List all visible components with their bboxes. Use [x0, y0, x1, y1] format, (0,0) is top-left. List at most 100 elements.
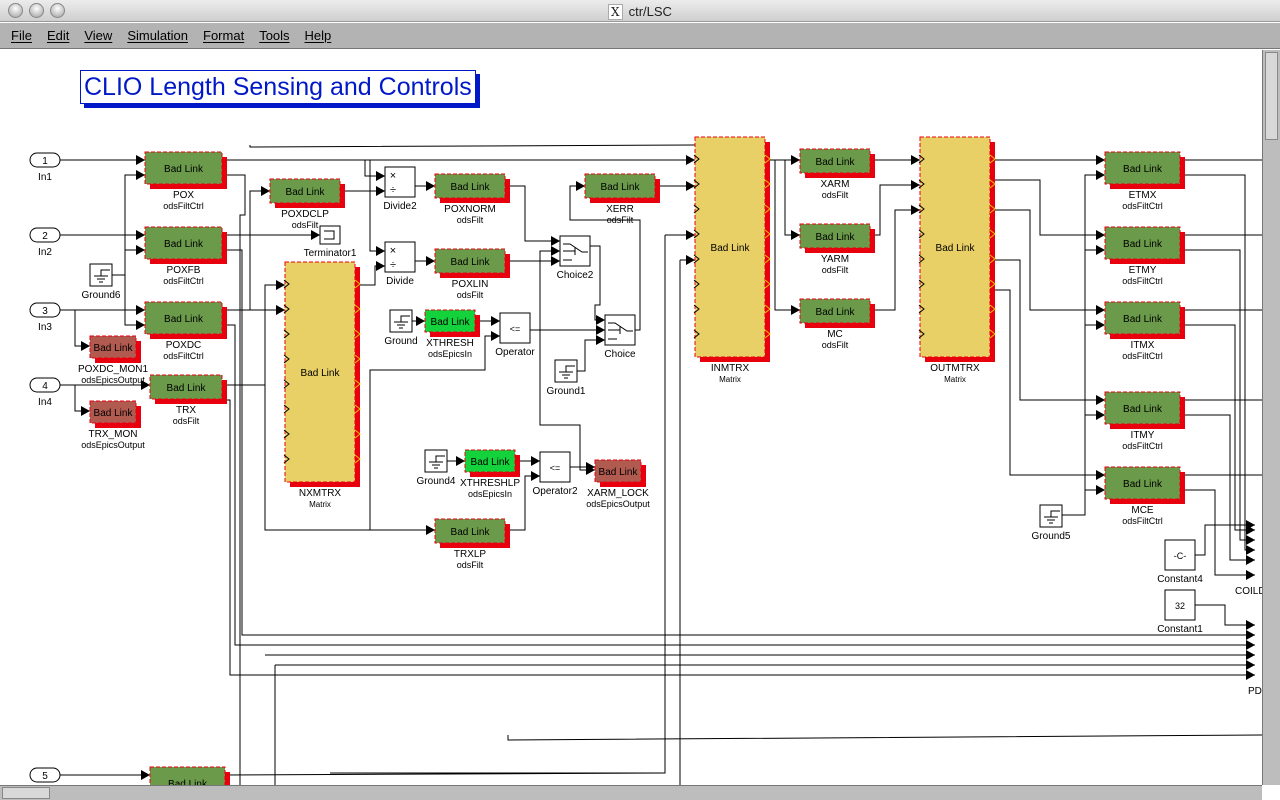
block-outmtrx[interactable]: Bad Link OUTMTRXMatrix — [918, 136, 996, 384]
signal-line[interactable] — [369, 335, 500, 530]
menu-file[interactable]: File — [11, 28, 32, 43]
vertical-scrollbar[interactable] — [1262, 50, 1280, 785]
block-xarm_lock[interactable]: Bad Link XARM_LOCKodsEpicsOutput — [586, 459, 650, 509]
block-divide2[interactable]: × ÷ Divide2 — [383, 166, 417, 212]
arrow-head — [136, 170, 145, 180]
block-poxdclp[interactable]: Bad Link POXDCLPodsFilt — [269, 178, 345, 230]
block-name: ITMX — [1131, 340, 1155, 351]
block-text: Bad Link — [816, 157, 856, 168]
block-choice2[interactable]: Choice2 — [557, 235, 594, 281]
block-name: Divide2 — [383, 201, 417, 212]
menu-simulation[interactable]: Simulation — [127, 28, 188, 43]
signal-line[interactable] — [249, 144, 696, 148]
inport-5[interactable]: 5 — [29, 767, 61, 783]
signal-line[interactable] — [990, 289, 1105, 476]
block-poxnorm[interactable]: Bad Link POXNORModsFilt — [434, 173, 510, 225]
block-itmy[interactable]: Bad Link ITMYodsFiltCtrl — [1104, 391, 1185, 451]
signal-line[interactable] — [590, 245, 605, 321]
menu-view[interactable]: View — [84, 28, 112, 43]
block-poxfb[interactable]: Bad Link POXFBodsFiltCtrl — [144, 226, 227, 286]
arrow-head — [376, 171, 385, 181]
arrow-head — [686, 181, 695, 191]
arrow-head — [576, 181, 585, 191]
arrow-head — [376, 246, 385, 256]
block-trx[interactable]: Bad Link TRXodsFilt — [149, 374, 227, 426]
block-etmy[interactable]: Bad Link ETMYodsFiltCtrl — [1104, 226, 1185, 286]
signal-line[interactable] — [870, 209, 920, 311]
menu-tools[interactable]: Tools — [259, 28, 289, 43]
signal-line[interactable] — [112, 174, 145, 276]
signal-line[interactable] — [249, 190, 270, 310]
signal-line[interactable] — [1180, 174, 1255, 551]
inport-2[interactable]: 2In2 — [29, 227, 61, 258]
menu-format[interactable]: Format — [203, 28, 244, 43]
signal-line[interactable] — [990, 179, 1105, 236]
signal-line[interactable] — [1180, 414, 1255, 561]
block-operator[interactable]: <= Operator — [495, 312, 535, 358]
block-xerr[interactable]: Bad Link XERRodsFilt — [584, 173, 660, 225]
block-xthresh[interactable]: Bad Link XTHRESHodsEpicsIn — [424, 309, 480, 359]
block-name: ETMX — [1129, 190, 1157, 201]
block-type: odsFilt — [822, 190, 849, 200]
signal-line[interactable] — [124, 275, 145, 326]
block-xarm[interactable]: Bad Link XARModsFilt — [799, 148, 875, 200]
block-ground5[interactable]: Ground5 — [1032, 504, 1071, 542]
block-nxmtrx[interactable]: Bad Link NXMTRXMatrix — [283, 261, 361, 509]
block-ground1[interactable]: Ground1 — [547, 359, 586, 397]
menu-help[interactable]: Help — [305, 28, 332, 43]
block-ground6[interactable]: Ground6 — [82, 263, 121, 301]
block-mce[interactable]: Bad Link MCEodsFiltCtrl — [1104, 466, 1185, 526]
arrow-head — [791, 305, 800, 315]
signal-line[interactable] — [74, 310, 90, 347]
block-poxdc_mon1[interactable]: Bad Link POXDC_MON1odsEpicsOutput — [78, 335, 148, 385]
block-poxdc[interactable]: Bad Link POXDCodsFiltCtrl — [144, 301, 227, 361]
diagram-title[interactable]: CLIO Length Sensing and Controls — [80, 70, 476, 104]
block-constant1[interactable]: 32 Constant1 — [1157, 589, 1203, 635]
signal-line[interactable] — [1062, 174, 1105, 516]
horizontal-scroll-thumb[interactable] — [2, 787, 50, 799]
signal-line[interactable] — [222, 399, 1255, 676]
block-unnamed[interactable]: Bad Link — [149, 766, 230, 785]
inport-4[interactable]: 4In4 — [29, 377, 61, 408]
block-constant4[interactable]: -C- Constant4 — [1157, 539, 1203, 585]
block-etmx[interactable]: Bad Link ETMXodsFiltCtrl — [1104, 151, 1185, 211]
block-inmtrx[interactable]: Bad Link INMTRXMatrix — [693, 136, 771, 384]
block-diagram[interactable]: Bad LinkPOXodsFiltCtrl Bad LinkPOXFBodsFi… — [0, 50, 1262, 785]
block-choice[interactable]: Choice — [604, 314, 636, 360]
block-operator2[interactable]: <= Operator2 — [532, 451, 578, 497]
block-name: NXMTRX — [299, 488, 342, 499]
horizontal-scrollbar[interactable] — [0, 785, 1262, 800]
block-divide[interactable]: × ÷ Divide — [384, 241, 416, 287]
inport-1[interactable]: 1In1 — [29, 152, 61, 183]
block-pox[interactable]: Bad Link POXodsFiltCtrl — [144, 151, 227, 211]
block-trx_mon[interactable]: Bad Link TRX_MONodsEpicsOutput — [81, 400, 145, 450]
signal-line[interactable] — [990, 259, 1105, 401]
signal-line[interactable] — [765, 159, 800, 236]
block-yarm[interactable]: Bad Link YARModsFilt — [799, 223, 875, 275]
signal-line[interactable] — [222, 284, 285, 386]
signal-line[interactable] — [364, 160, 385, 177]
model-canvas[interactable]: Bad Link POX odsFiltCtrl Bad Link POXFB odsFi… — [0, 50, 1262, 785]
block-ground4[interactable]: Ground4 — [417, 449, 456, 487]
block-trxlp[interactable]: Bad Link TRXLPodsFilt — [434, 518, 510, 570]
divide-icon: ÷ — [390, 184, 396, 196]
signal-line[interactable] — [539, 330, 595, 471]
signal-line[interactable] — [539, 250, 560, 330]
block-mc[interactable]: Bad Link MCodsFilt — [799, 298, 875, 350]
signal-line[interactable] — [505, 185, 560, 242]
menu-edit[interactable]: Edit — [47, 28, 69, 43]
vertical-scroll-thumb[interactable] — [1265, 52, 1278, 140]
block-name: POXNORM — [444, 204, 496, 215]
arrow-head — [456, 456, 465, 466]
window-title-text: ctr/LSC — [628, 4, 672, 19]
signal-line[interactable] — [507, 734, 1262, 741]
block-name: Ground — [384, 336, 417, 347]
block-itmx[interactable]: Bad Link ITMXodsFiltCtrl — [1104, 301, 1185, 361]
signal-line[interactable] — [1180, 249, 1255, 541]
block-text: Bad Link — [601, 182, 641, 193]
inport-3[interactable]: 3In3 — [29, 302, 61, 333]
block-xthreshlp[interactable]: Bad Link XTHRESHLPodsEpicsIn — [460, 449, 520, 499]
block-ground[interactable]: Ground — [384, 309, 418, 347]
signal-line[interactable] — [1180, 324, 1255, 531]
block-poxlin[interactable]: Bad Link POXLINodsFilt — [434, 248, 510, 300]
